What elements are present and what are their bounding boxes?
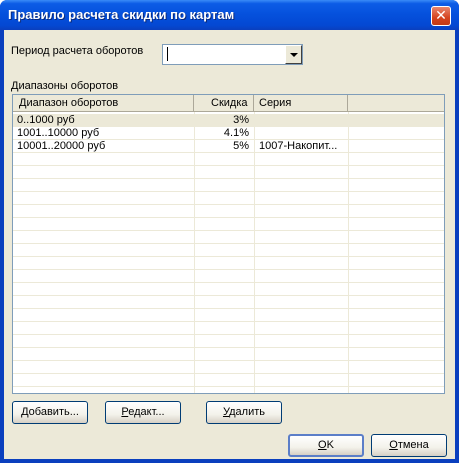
empty-table-row[interactable] (13, 179, 444, 192)
close-icon[interactable]: ✕ (431, 6, 451, 26)
empty-table-row[interactable] (13, 322, 444, 335)
period-label: Период расчета оборотов (11, 45, 144, 57)
empty-table-row[interactable] (13, 244, 444, 257)
cancel-button[interactable]: Отмена (371, 434, 447, 457)
empty-table-row[interactable] (13, 270, 444, 283)
ranges-table[interactable]: Диапазон оборотов Скидка Серия 0..1000 р… (12, 94, 445, 394)
empty-table-row[interactable] (13, 192, 444, 205)
ranges-label: Диапазоны оборотов (11, 80, 119, 92)
column-header-filler (348, 95, 444, 112)
series-cell (259, 114, 344, 126)
range-cell: 0..1000 руб (17, 114, 75, 126)
empty-table-row[interactable] (13, 374, 444, 387)
empty-table-row[interactable] (13, 283, 444, 296)
range-cell: 10001..20000 руб (17, 140, 106, 152)
column-header-discount[interactable]: Скидка (194, 95, 254, 112)
chevron-down-icon[interactable] (285, 45, 302, 64)
empty-table-row[interactable] (13, 361, 444, 374)
empty-table-row[interactable] (13, 309, 444, 322)
series-cell: 1007-Накопит... (259, 140, 338, 152)
empty-table-row[interactable] (13, 153, 444, 166)
empty-table-row[interactable] (13, 348, 444, 361)
period-combobox[interactable] (162, 44, 303, 65)
discount-cell: 3% (233, 114, 249, 126)
title-bar[interactable]: Правило расчета скидки по картам ✕ (0, 0, 459, 30)
window-title: Правило расчета скидки по картам (8, 7, 235, 22)
range-cell: 1001..10000 руб (17, 127, 100, 139)
empty-table-row[interactable] (13, 218, 444, 231)
delete-button[interactable]: Удалить (206, 401, 282, 424)
series-cell (259, 127, 344, 139)
empty-table-row[interactable] (13, 166, 444, 179)
table-row[interactable]: 0..1000 руб 3% (13, 114, 444, 127)
table-row[interactable]: 10001..20000 руб 5% 1007-Накопит... (13, 140, 444, 153)
period-value (167, 47, 168, 61)
empty-table-row[interactable] (13, 205, 444, 218)
column-header-series[interactable]: Серия (254, 95, 348, 112)
dialog-body: Период расчета оборотов Диапазоны оборот… (4, 30, 455, 459)
empty-table-row[interactable] (13, 335, 444, 348)
empty-table-row[interactable] (13, 296, 444, 309)
table-row[interactable]: 1001..10000 руб 4.1% (13, 127, 444, 140)
edit-button[interactable]: Редакт... (105, 401, 181, 424)
discount-cell: 5% (233, 140, 249, 152)
empty-table-row[interactable] (13, 231, 444, 244)
column-header-range[interactable]: Диапазон оборотов (13, 95, 194, 112)
empty-table-row[interactable] (13, 257, 444, 270)
discount-cell: 4.1% (223, 127, 249, 139)
ok-button[interactable]: OK (288, 434, 364, 457)
add-button[interactable]: Добавить... (12, 401, 88, 424)
dialog-window: Правило расчета скидки по картам ✕ Перио… (0, 0, 459, 463)
